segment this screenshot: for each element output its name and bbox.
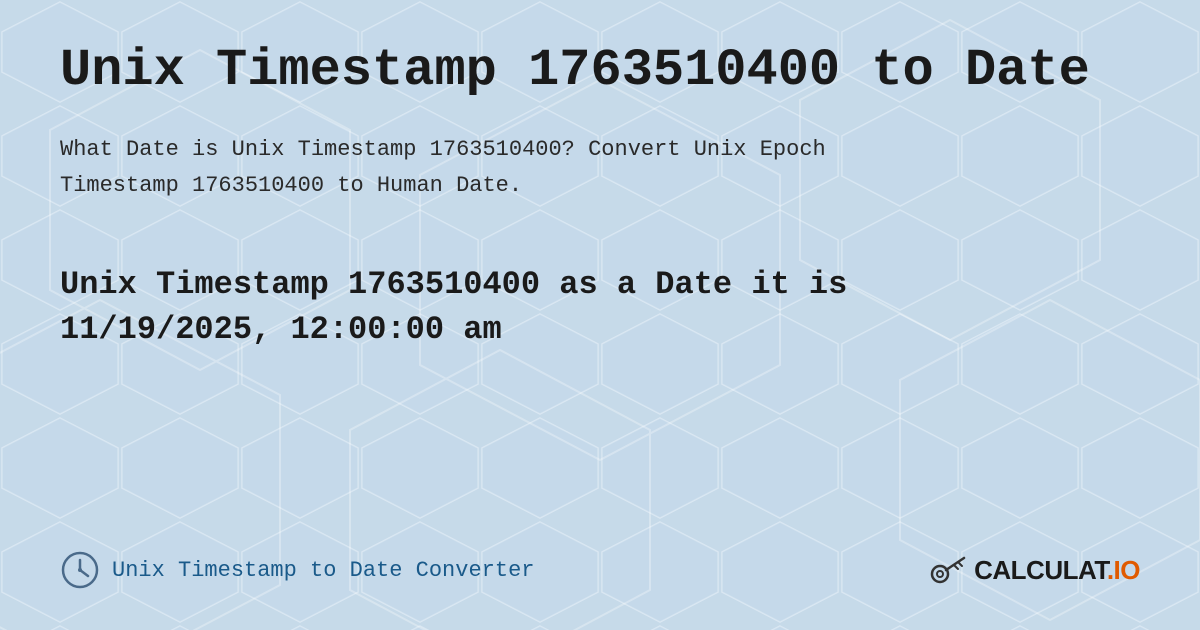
footer-link-text[interactable]: Unix Timestamp to Date Converter	[112, 558, 534, 583]
result-line2: 11/19/2025, 12:00:00 am	[60, 311, 502, 348]
logo-text: CALCULAT.IO	[974, 555, 1140, 586]
logo-icon	[930, 552, 966, 588]
result-line1: Unix Timestamp 1763510400 as a Date it i…	[60, 266, 847, 303]
clock-icon	[60, 550, 100, 590]
description-line2: Timestamp 1763510400 to Human Date.	[60, 173, 522, 198]
footer-link-area[interactable]: Unix Timestamp to Date Converter	[60, 550, 534, 590]
page-description: What Date is Unix Timestamp 1763510400? …	[60, 132, 1140, 202]
logo-text-main: CALCULAT	[974, 555, 1107, 585]
description-line1: What Date is Unix Timestamp 1763510400? …	[60, 137, 826, 162]
logo-text-highlight: .IO	[1107, 555, 1140, 585]
page-title: Unix Timestamp 1763510400 to Date	[60, 40, 1140, 102]
logo-area: CALCULAT.IO	[930, 552, 1140, 588]
result-text: Unix Timestamp 1763510400 as a Date it i…	[60, 263, 1140, 353]
